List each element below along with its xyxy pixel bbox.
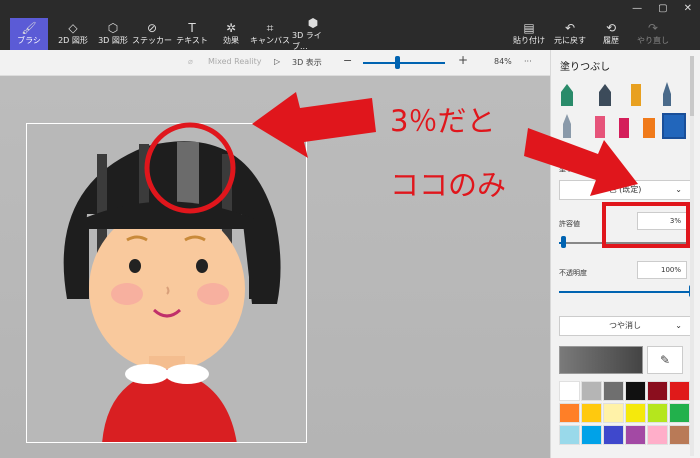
redo-button[interactable]: ↷ やり直し: [636, 18, 670, 50]
history-button[interactable]: ⟲ 履歴: [596, 18, 626, 50]
color-swatch[interactable]: [647, 403, 668, 423]
pencil-icon[interactable]: [595, 116, 605, 138]
paste-icon: ▤: [523, 21, 535, 35]
window-controls: — ▢ ✕: [632, 3, 692, 14]
brush-icon: 🖌: [21, 21, 37, 35]
color-swatch[interactable]: [581, 403, 602, 423]
redo-icon: ↷: [647, 21, 659, 35]
undo-icon: ↶: [564, 21, 576, 35]
tool-canvas[interactable]: ⌗ キャンバス: [250, 18, 290, 50]
sticker-icon: ⊘: [146, 21, 158, 35]
color-swatch[interactable]: [669, 403, 690, 423]
panel-scrollbar[interactable]: [690, 56, 694, 456]
tool-2d-shapes[interactable]: ◇ 2D 図形: [54, 18, 92, 50]
girl-illustration: [63, 141, 281, 442]
opacity-slider-fill: [559, 291, 691, 293]
paste-button[interactable]: ▤ 貼り付け: [512, 18, 546, 50]
spray-can-icon[interactable]: [643, 118, 655, 138]
view-bar: ⌀ Mixed Reality ▷ 3D 表示 − + 84% ···: [0, 50, 550, 76]
color-swatch[interactable]: [647, 425, 668, 445]
more-options-button[interactable]: ···: [524, 57, 532, 66]
panel-title: 塗りつぶし: [560, 62, 611, 73]
drawing-canvas[interactable]: [26, 123, 307, 443]
title-bar: — ▢ ✕: [0, 0, 700, 18]
text-icon: T: [188, 21, 196, 35]
tool-text[interactable]: T テキスト: [174, 18, 210, 50]
canvas-icon: ⌗: [266, 21, 274, 35]
tolerance-input[interactable]: 3%: [637, 212, 687, 230]
shapes-3d-icon: ⬡: [107, 21, 119, 35]
annotation-line-2: ココのみ: [390, 168, 507, 202]
eyedropper-icon: ✎: [659, 353, 671, 367]
color-swatch[interactable]: [603, 425, 624, 445]
chevron-down-icon: ⌄: [675, 185, 682, 194]
fill-type-label: 塗りつ: [559, 165, 581, 173]
annotation-line-1: 3％だと: [390, 104, 496, 138]
zoom-slider-track[interactable]: [363, 62, 445, 64]
zoom-in-button[interactable]: +: [458, 53, 468, 67]
color-swatch[interactable]: [603, 403, 624, 423]
color-swatch[interactable]: [559, 381, 580, 401]
color-swatch[interactable]: [603, 381, 624, 401]
tolerance-slider-track[interactable]: [559, 242, 691, 244]
color-swatch[interactable]: [581, 425, 602, 445]
main-toolbar: 🖌 ブラシ ◇ 2D 図形 ⬡ 3D 図形 ⊘ ステッカー T テキスト ✲ 効…: [0, 15, 700, 51]
tolerance-slider-thumb[interactable]: [561, 236, 566, 248]
pixel-pen-icon[interactable]: [563, 114, 571, 138]
library-3d-icon: ⬢: [307, 15, 319, 30]
color-swatch[interactable]: [669, 381, 690, 401]
color-swatch[interactable]: [647, 381, 668, 401]
fill-panel: 塗りつぶし 塗りつ 色 (既定) ⌄ 許容値 3% 不透明度 100% つや消し…: [550, 50, 700, 458]
minimize-icon[interactable]: —: [632, 3, 642, 14]
fill-bucket-icon[interactable]: [662, 113, 686, 139]
watercolor-icon[interactable]: [663, 82, 671, 106]
color-swatch[interactable]: [581, 381, 602, 401]
shapes-2d-icon: ◇: [68, 21, 78, 35]
color-swatch[interactable]: [669, 425, 690, 445]
zoom-value: 84%: [494, 57, 512, 66]
chevron-down-icon: ⌄: [675, 321, 682, 330]
undo-button[interactable]: ↶ 元に戻す: [552, 18, 588, 50]
marker-brush-icon[interactable]: [561, 84, 573, 106]
mixed-reality-icon: ⌀: [188, 57, 193, 66]
tolerance-label: 許容値: [559, 220, 580, 228]
eyedropper-button[interactable]: ✎: [647, 346, 683, 374]
color-swatch[interactable]: [559, 403, 580, 423]
brush-selector: [561, 82, 686, 139]
zoom-slider-thumb[interactable]: [395, 56, 400, 69]
finish-select[interactable]: つや消し ⌄: [559, 316, 691, 336]
color-swatch[interactable]: [625, 381, 646, 401]
view-3d-icon: ▷: [274, 57, 281, 66]
color-swatch[interactable]: [625, 425, 646, 445]
tool-3d-shapes[interactable]: ⬡ 3D 図形: [94, 18, 132, 50]
zoom-out-button[interactable]: −: [343, 54, 352, 67]
color-swatch[interactable]: [559, 425, 580, 445]
view-3d-button[interactable]: 3D 表示: [292, 57, 322, 68]
tool-stickers[interactable]: ⊘ ステッカー: [132, 18, 172, 50]
calligraphy-pen-icon[interactable]: [599, 84, 611, 106]
oil-brush-icon[interactable]: [631, 84, 641, 106]
tool-3d-library[interactable]: ⬢ 3D ライブ...: [292, 15, 334, 51]
tool-brush[interactable]: 🖌 ブラシ: [10, 18, 48, 50]
history-icon: ⟲: [605, 21, 617, 35]
tool-effects[interactable]: ✲ 効果: [214, 18, 248, 50]
current-color-preview[interactable]: [559, 346, 643, 374]
color-mode-select[interactable]: 色 (既定) ⌄: [559, 180, 691, 200]
opacity-input[interactable]: 100%: [637, 261, 687, 279]
effects-icon: ✲: [225, 21, 237, 35]
color-swatch[interactable]: [625, 403, 646, 423]
mixed-reality-button[interactable]: Mixed Reality: [208, 57, 262, 66]
maximize-icon[interactable]: ▢: [658, 3, 667, 14]
scrollbar-thumb[interactable]: [690, 56, 694, 116]
opacity-label: 不透明度: [559, 269, 587, 277]
close-icon[interactable]: ✕: [684, 3, 692, 14]
crayon-icon[interactable]: [619, 118, 629, 138]
